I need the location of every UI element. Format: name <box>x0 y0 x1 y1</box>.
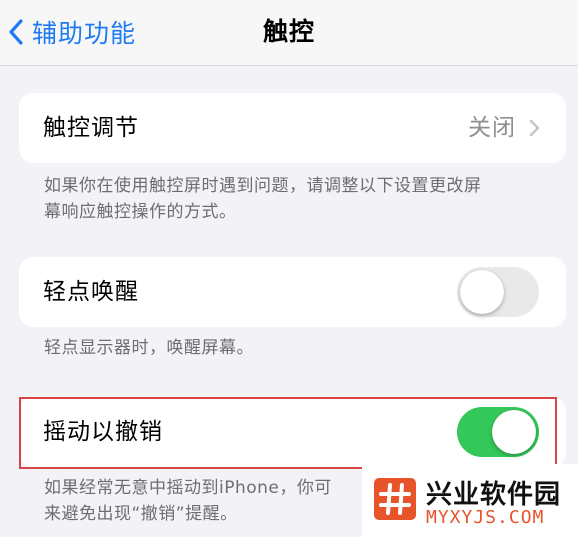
toggle-knob <box>492 410 536 454</box>
shake-to-undo-toggle[interactable] <box>457 407 539 457</box>
touch-accommodations-footnote-line1: 如果你在使用触控屏时遇到问题，请调整以下设置更改屏 <box>44 176 482 196</box>
touch-accommodations-row[interactable]: 触控调节 关闭 <box>19 93 566 163</box>
touch-accommodations-footnote-line2: 幕响应触控操作的方式。 <box>44 202 237 222</box>
watermark-logo-icon <box>374 478 416 520</box>
toggle-knob <box>460 270 504 314</box>
watermark: 兴业软件园 MYXYJS.COM <box>362 464 578 537</box>
tap-to-wake-footnote: 轻点显示器时，唤醒屏幕。 <box>44 338 254 358</box>
page-title: 触控 <box>262 17 315 46</box>
touch-accommodations-label: 触控调节 <box>43 115 139 141</box>
chevron-right-icon <box>529 119 541 137</box>
tap-to-wake-toggle[interactable] <box>457 267 539 317</box>
shake-to-undo-label: 摇动以撤销 <box>43 419 163 445</box>
navigation-bar: 辅助功能 触控 <box>0 0 578 66</box>
touch-accommodations-footnote: 如果你在使用触控屏时遇到问题，请调整以下设置更改屏 幕响应触控操作的方式。 <box>44 173 544 225</box>
watermark-url: MYXYJS.COM <box>426 507 545 528</box>
watermark-name: 兴业软件园 <box>426 480 562 510</box>
tap-to-wake-row: 轻点唤醒 <box>19 257 566 327</box>
shake-to-undo-row: 摇动以撤销 <box>19 397 566 467</box>
tap-to-wake-label: 轻点唤醒 <box>43 279 139 305</box>
touch-accommodations-value: 关闭 <box>468 115 516 141</box>
